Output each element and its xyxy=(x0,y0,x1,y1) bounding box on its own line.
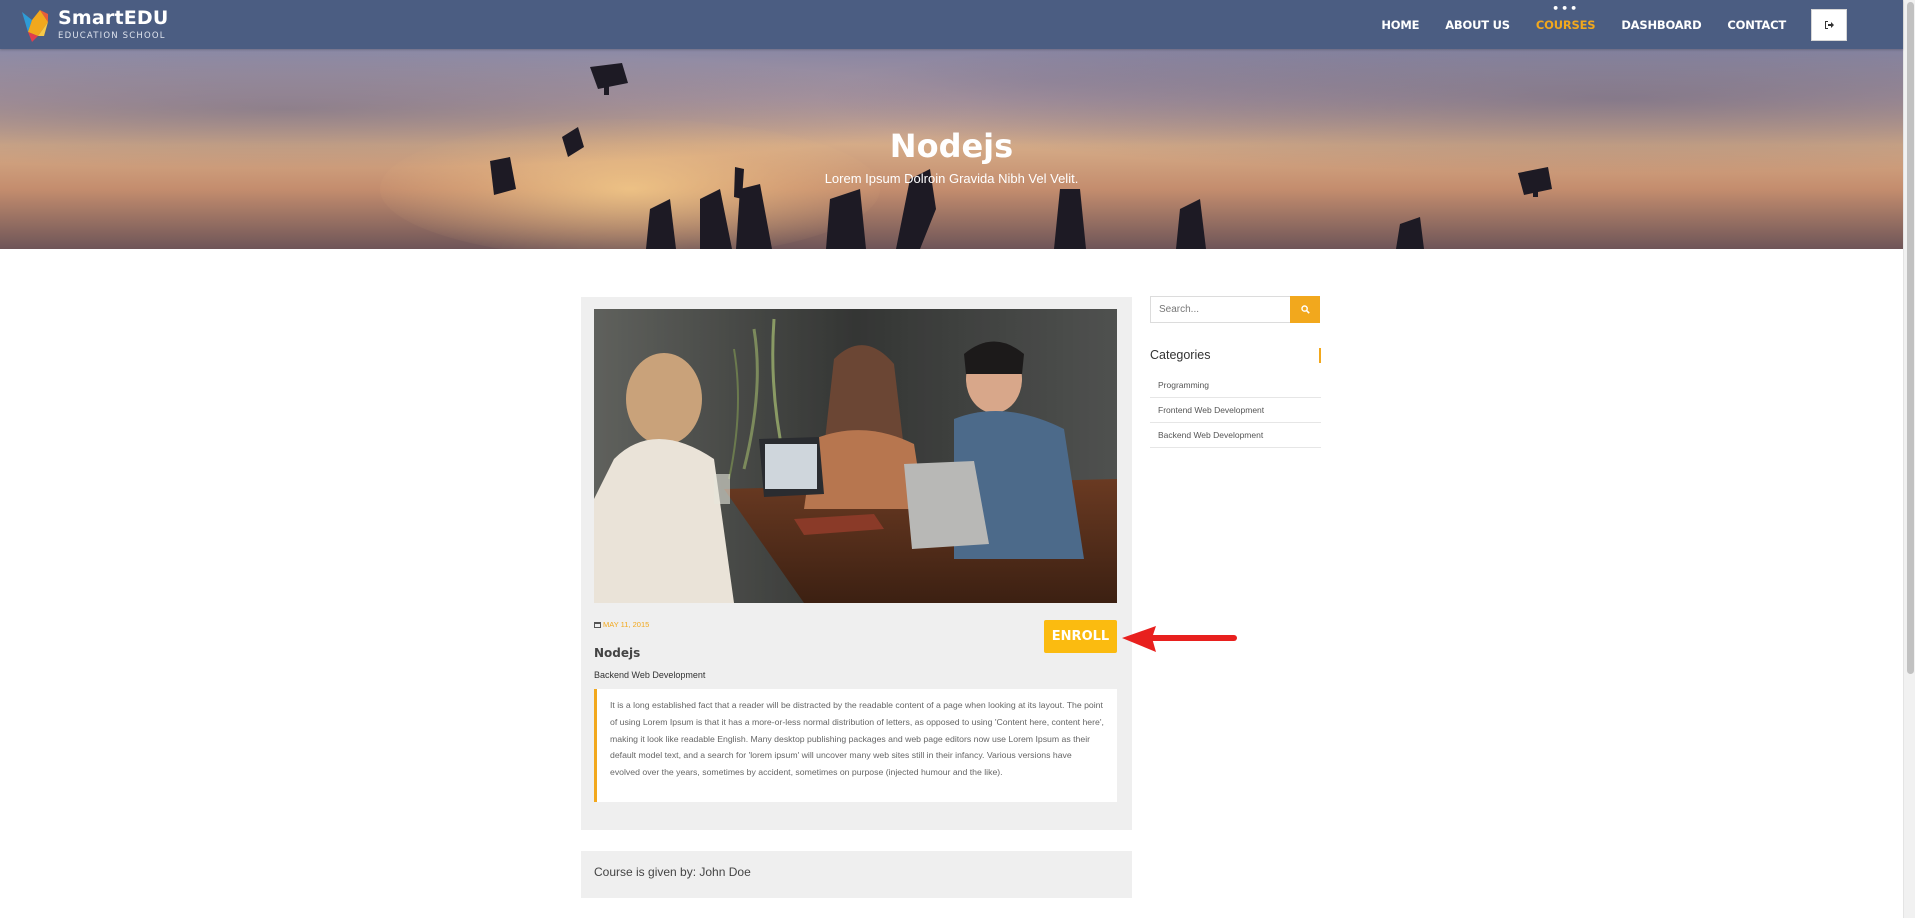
category-item-programming[interactable]: Programming xyxy=(1150,373,1321,398)
brand-title: SmartEDU xyxy=(58,7,169,30)
brand-subtitle: EDUCATION SCHOOL xyxy=(58,31,166,42)
page-scrollbar[interactable] xyxy=(1903,0,1915,918)
course-description: It is a long established fact that a rea… xyxy=(594,689,1117,802)
search-button[interactable] xyxy=(1290,296,1320,323)
students-photo xyxy=(594,309,1117,603)
nav-courses-label: COURSES xyxy=(1535,17,1596,32)
enroll-button[interactable]: ENROLL xyxy=(1044,620,1117,653)
search-icon xyxy=(1300,305,1310,314)
course-date: MAY 11, 2015 xyxy=(594,620,649,629)
nav-courses[interactable]: ••• COURSES xyxy=(1523,3,1608,32)
categories-heading-text: Categories xyxy=(1150,348,1211,362)
categories-heading: Categories xyxy=(1150,348,1321,364)
course-author-box: Course is given by: John Doe xyxy=(581,851,1132,898)
course-category: Backend Web Development xyxy=(594,670,706,680)
page-subtitle: Lorem Ipsum Dolroin Gravida Nibh Vel Vel… xyxy=(824,171,1079,186)
course-card: MAY 11, 2015 ENROLL Nodejs Backend Web D… xyxy=(581,297,1132,830)
active-indicator-dots: ••• xyxy=(1552,1,1580,15)
annotation-arrow xyxy=(1122,626,1237,652)
calendar-icon xyxy=(594,622,601,628)
sign-out-icon xyxy=(1824,20,1834,29)
course-author: Course is given by: John Doe xyxy=(594,865,751,879)
nav-dashboard[interactable]: DASHBOARD xyxy=(1608,18,1714,32)
category-item-backend[interactable]: Backend Web Development xyxy=(1150,423,1321,448)
top-navbar: SmartEDU EDUCATION SCHOOL HOME ABOUT US … xyxy=(0,0,1903,49)
category-item-frontend[interactable]: Frontend Web Development xyxy=(1150,398,1321,423)
hero-banner: Nodejs Lorem Ipsum Dolroin Gravida Nibh … xyxy=(0,49,1903,249)
page-title: Nodejs xyxy=(889,127,1014,165)
nav-home[interactable]: HOME xyxy=(1368,18,1432,32)
course-title: Nodejs xyxy=(594,646,641,660)
search-input[interactable] xyxy=(1150,296,1291,323)
course-date-text: MAY 11, 2015 xyxy=(603,620,650,629)
nav-contact[interactable]: CONTACT xyxy=(1714,18,1799,32)
categories-list: Programming Frontend Web Development Bac… xyxy=(1150,373,1321,448)
logout-button[interactable] xyxy=(1811,8,1847,41)
course-image xyxy=(594,309,1117,603)
scrollbar-thumb[interactable] xyxy=(1907,2,1914,674)
main-nav: HOME ABOUT US ••• COURSES DASHBOARD CONT… xyxy=(1368,0,1903,49)
logo-icon xyxy=(18,6,56,44)
nav-about-us[interactable]: ABOUT US xyxy=(1432,18,1523,32)
brand-logo[interactable]: SmartEDU EDUCATION SCHOOL xyxy=(18,6,168,44)
heading-accent-bar xyxy=(1319,348,1321,363)
